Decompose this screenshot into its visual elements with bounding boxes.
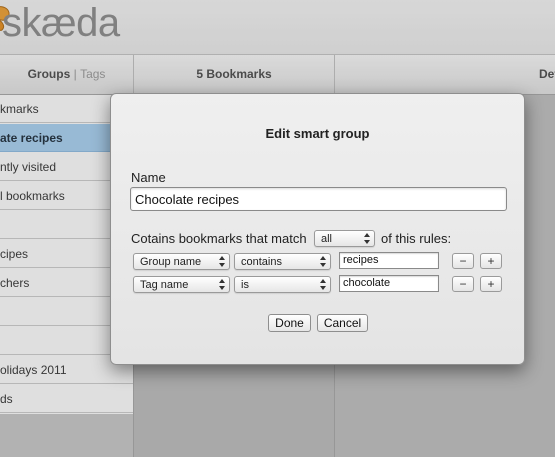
match-prefix-label: Cotains bookmarks that match [131,231,307,246]
add-rule-button[interactable]: + [480,253,502,269]
select-arrows-icon [364,233,370,244]
rule-operator-value: contains [241,256,282,268]
rule-field-value: Tag name [140,279,189,291]
dialog-title: Edit smart group [265,126,370,141]
match-mode-value: all [321,233,333,245]
remove-rule-button[interactable]: − [452,276,474,292]
match-mode-select[interactable]: all [314,230,375,247]
rule-field-select[interactable]: Group name [133,253,230,270]
add-rule-button[interactable]: + [480,276,502,292]
rule-operator-value: is [241,279,249,291]
rule-operator-select[interactable]: is [234,276,331,293]
rule-value-input[interactable]: chocolate [339,275,439,292]
rule-operator-select[interactable]: contains [234,253,331,270]
done-button[interactable]: Done [268,314,311,332]
match-suffix-label: of this rules: [381,231,452,246]
cancel-button[interactable]: Cancel [317,314,368,332]
rule-value-input[interactable]: recipes [339,252,439,269]
select-arrows-icon [320,256,326,267]
name-label: Name [131,170,166,185]
select-arrows-icon [219,256,225,267]
remove-rule-button[interactable]: − [452,253,474,269]
edit-smart-group-dialog: Edit smart group Name Cotains bookmarks … [110,93,525,365]
select-arrows-icon [219,279,225,290]
select-arrows-icon [320,279,326,290]
app-window: skæda Groups | Tags 5 Bookmarks Deta kma… [0,0,555,457]
name-field[interactable] [130,187,507,211]
rule-field-value: Group name [140,256,202,268]
rule-field-select[interactable]: Tag name [133,276,230,293]
